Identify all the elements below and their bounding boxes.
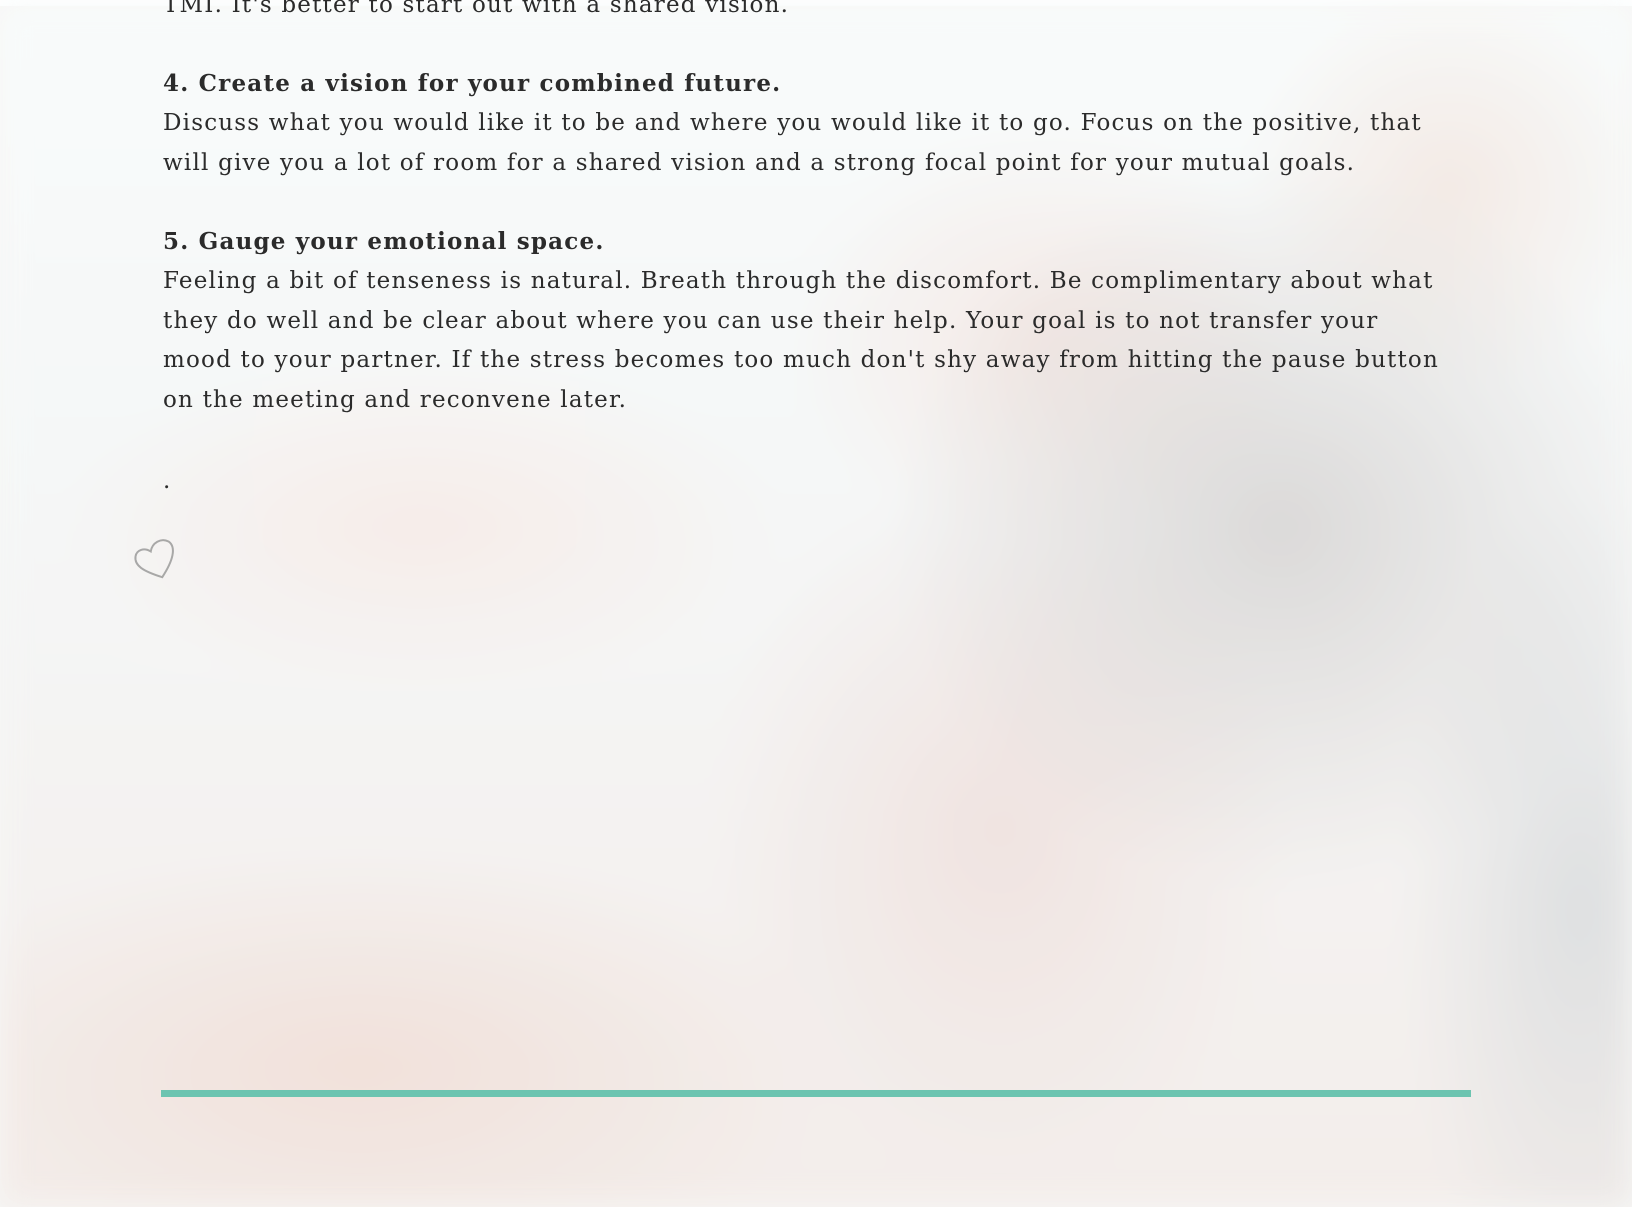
background-veil bbox=[0, 6, 1632, 1207]
section-divider bbox=[161, 1090, 1471, 1097]
tip-5-heading: 5. Gauge your emotional space. bbox=[163, 228, 605, 255]
page: TMI. It's better to start out with a sha… bbox=[0, 0, 1632, 1207]
tip-4-heading: 4. Create a vision for your combined fut… bbox=[163, 70, 782, 97]
trailing-period: . bbox=[163, 468, 172, 494]
tip-5-body: Feeling a bit of tenseness is natural. B… bbox=[163, 268, 1439, 413]
tip-4-body: Discuss what you would like it to be and… bbox=[163, 110, 1422, 176]
cut-off-paragraph-line: TMI. It's better to start out with a sha… bbox=[163, 0, 790, 18]
heart-outline-icon bbox=[134, 539, 174, 579]
